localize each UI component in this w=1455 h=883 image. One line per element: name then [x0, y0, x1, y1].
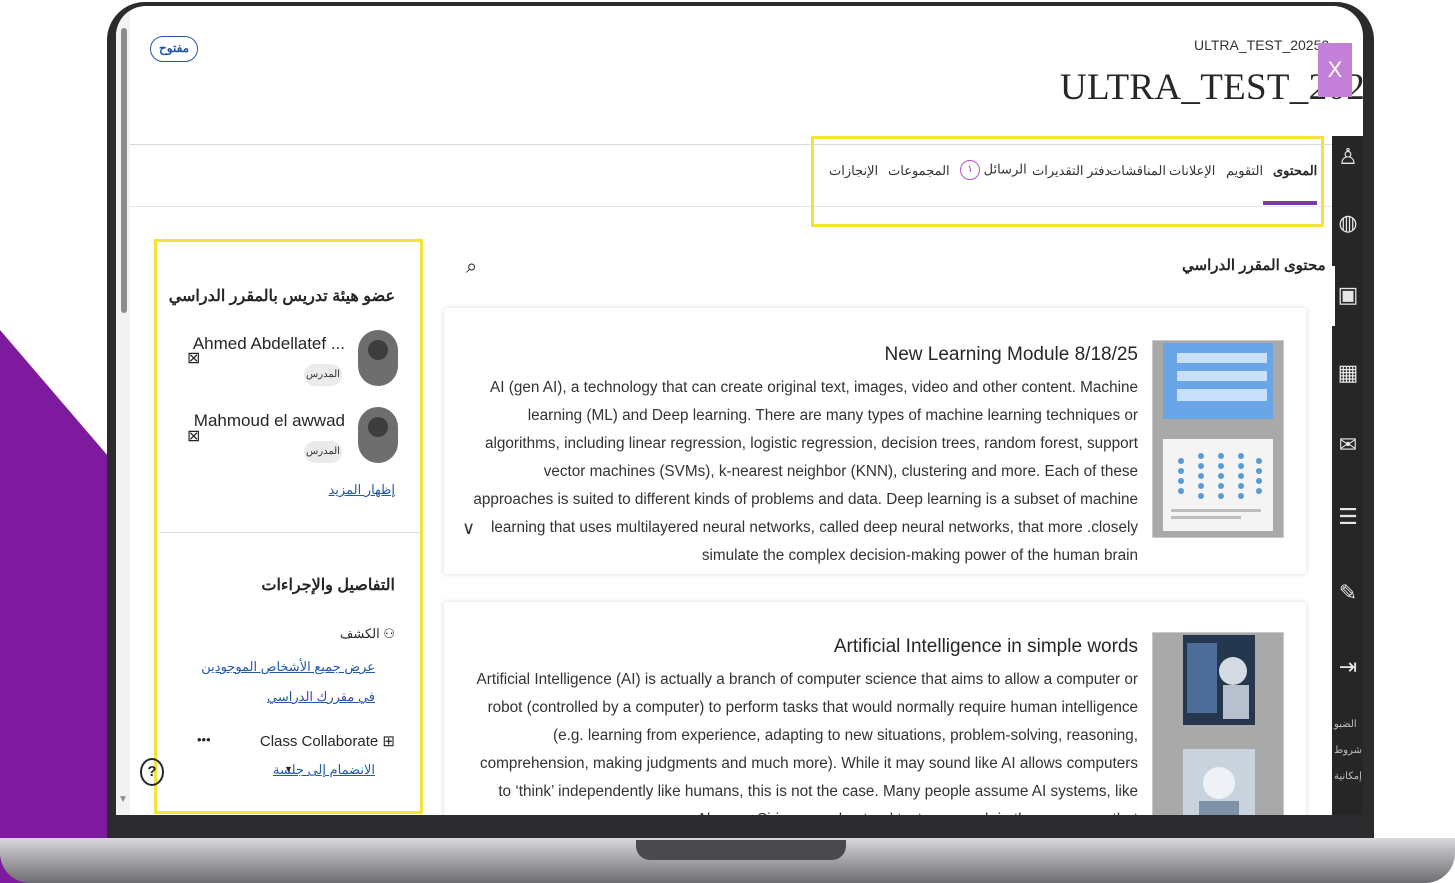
collaborate-icon: ⊞ — [382, 733, 395, 750]
more-options-icon[interactable]: ••• — [197, 732, 211, 747]
calendar-icon[interactable]: ▦ — [1336, 362, 1360, 386]
mail-icon[interactable]: ⊠ — [187, 348, 200, 367]
sidebar-divider — [160, 532, 420, 533]
role-badge: المدرس — [304, 364, 342, 386]
content-card[interactable]: Artificial Intelligence in simple words … — [444, 602, 1306, 815]
role-badge: المدرس — [304, 441, 342, 463]
search-icon[interactable]: ⌕ — [466, 254, 477, 278]
card-description: AI (gen AI), a technology that can creat… — [473, 379, 1138, 564]
content-card[interactable]: New Learning Module 8/18/25 AI (gen AI),… — [444, 308, 1306, 574]
card-thumbnail — [1152, 632, 1284, 815]
card-thumbnail — [1152, 340, 1284, 538]
module-diagram-image — [1163, 343, 1273, 531]
show-more-link[interactable]: إظهار المزيد — [328, 482, 395, 498]
messages-icon[interactable]: ✉ — [1336, 434, 1360, 458]
user-icon[interactable]: ♙ — [1336, 146, 1360, 170]
grades-icon[interactable]: ☰ — [1336, 506, 1360, 530]
laptop-notch — [636, 840, 846, 860]
roster-item: الكشف ⚇ — [340, 626, 395, 642]
sign-out-icon[interactable]: ⇥ — [1336, 656, 1360, 680]
avatar — [358, 407, 398, 463]
scrollbar-thumb[interactable] — [121, 28, 127, 313]
card-title[interactable]: New Learning Module 8/18/25 — [884, 344, 1138, 366]
chevron-down-icon[interactable]: ∨ — [462, 518, 475, 539]
avatar — [358, 330, 398, 386]
scroll-down-icon[interactable]: ▼ — [116, 794, 130, 805]
person-name[interactable]: Mahmoud el awwad — [194, 411, 345, 431]
faculty-heading: عضو هيئة تدريس بالمقرر الدراسي — [168, 288, 395, 305]
roster-icon: ⚇ — [383, 626, 395, 641]
scrollbar[interactable]: ▼ — [116, 6, 130, 815]
help-icon[interactable]: ? — [140, 758, 164, 786]
card-description: Artificial Intelligence (AI) is actually… — [476, 671, 1138, 815]
status-badge: مفتوح — [150, 36, 199, 62]
globe-icon[interactable]: ◍ — [1336, 212, 1360, 236]
caret-down-icon[interactable]: ▼ — [284, 764, 293, 774]
rail-active-indicator — [1332, 266, 1335, 326]
card-title[interactable]: Artificial Intelligence in simple words — [834, 636, 1138, 658]
collaborate-item: Class Collaborate ⊞ — [260, 732, 395, 750]
app-sidebar-rail: ♙ ◍ ▣ ▦ ✉ ☰ ✎ ⇥ الضبو شروط إمكانية — [1332, 136, 1363, 815]
roster-link[interactable]: عرض جميع الأشخاص الموجودين في مقررك الدر… — [190, 652, 375, 712]
rail-footer-text[interactable]: إمكانية — [1334, 764, 1362, 790]
ai-robot-image — [1183, 635, 1255, 815]
roster-label: الكشف — [339, 626, 380, 641]
details-heading: التفاصيل والإجراءات — [261, 577, 395, 594]
courses-icon[interactable]: ▣ — [1336, 284, 1360, 308]
screen: ▼ مفتوح ULTRA_TEST_20252 ULTRA_TEST_2025… — [116, 6, 1363, 815]
mail-icon[interactable]: ⊠ — [187, 426, 200, 445]
tools-icon[interactable]: ✎ — [1336, 582, 1360, 606]
rail-footer-text[interactable]: الضبو — [1334, 712, 1357, 738]
person-name[interactable]: Ahmed Abdellatef ... — [193, 334, 345, 354]
close-button[interactable]: X — [1318, 43, 1352, 97]
nav-highlight-box — [811, 136, 1324, 227]
sidebar-highlight-box: عضو هيئة تدريس بالمقرر الدراسي Ahmed Abd… — [154, 239, 423, 814]
course-code: ULTRA_TEST_20252 — [1194, 37, 1330, 53]
rail-footer-text[interactable]: شروط — [1334, 738, 1362, 764]
collaborate-label: Class Collaborate — [259, 733, 379, 750]
section-title: محتوى المقرر الدراسي — [1182, 257, 1326, 274]
